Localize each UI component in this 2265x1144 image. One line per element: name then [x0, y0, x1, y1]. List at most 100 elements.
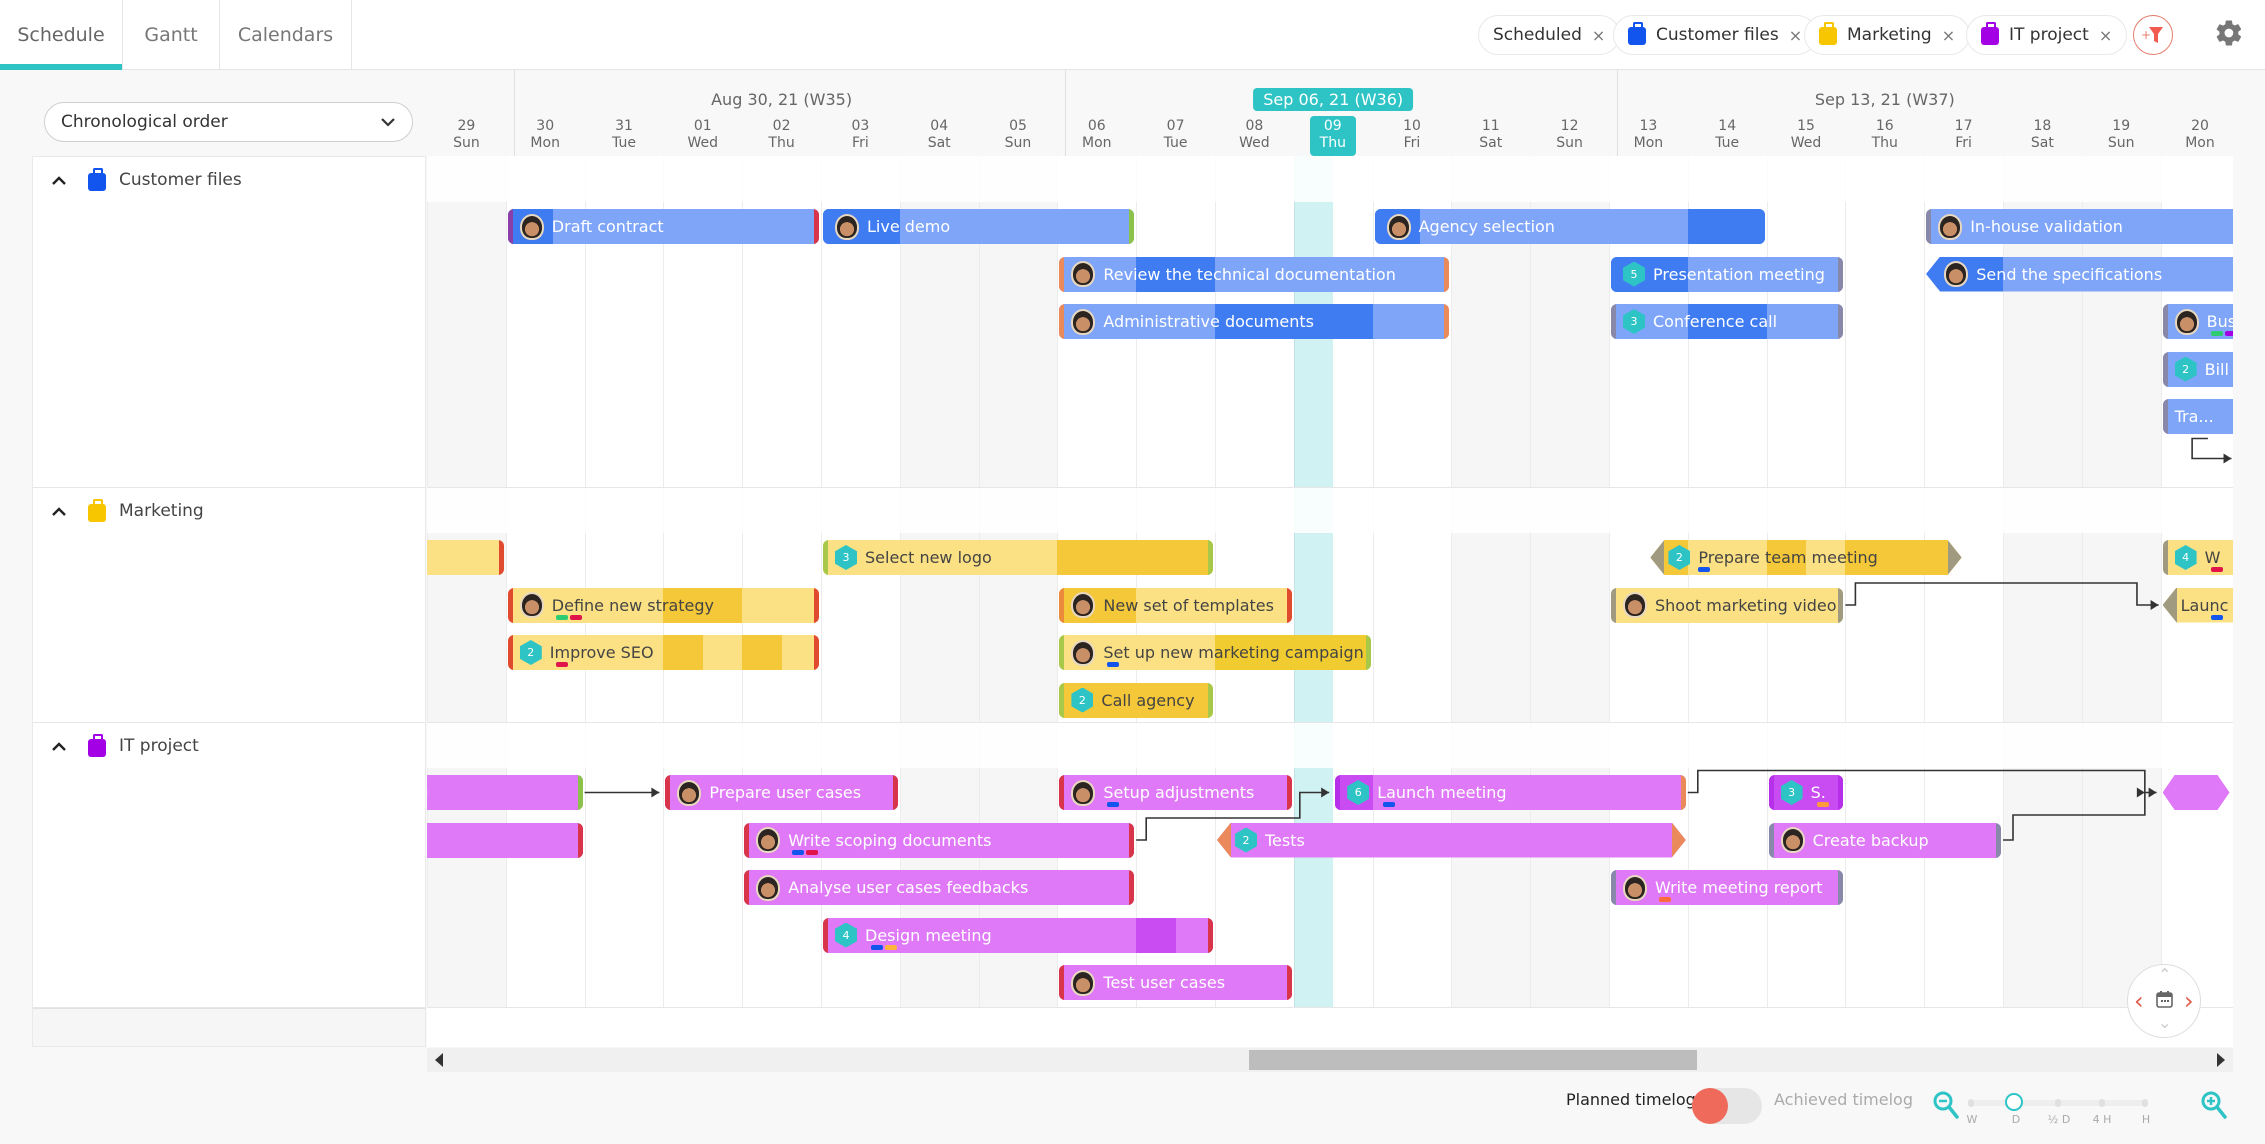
task-bar[interactable]: Shoot marketing video: [1611, 587, 1844, 623]
task-bar[interactable]: Write scoping documents: [744, 822, 1135, 858]
chevron-up-icon[interactable]: [49, 504, 69, 518]
chevron-up-icon[interactable]: [49, 173, 69, 187]
task-bar[interactable]: Review the technical documentation: [1059, 256, 1450, 292]
day-label[interactable]: 17 Fri: [1924, 118, 2003, 152]
day-label[interactable]: 14 Tue: [1688, 118, 1767, 152]
calendar-icon[interactable]: [2156, 990, 2173, 1008]
day-label[interactable]: 29 Sun: [427, 118, 506, 152]
zoom-level-slider[interactable]: [1968, 1093, 2148, 1111]
task-bar[interactable]: Tra...: [2162, 399, 2233, 434]
scroll-right-arrow[interactable]: [2217, 1053, 2225, 1067]
day-label[interactable]: 08 Wed: [1215, 118, 1294, 152]
day-label[interactable]: 31 Tue: [585, 118, 664, 152]
nav-left-icon[interactable]: ‹: [2134, 987, 2144, 1015]
task-bar[interactable]: Write meeting report: [1611, 870, 1844, 905]
task-bar[interactable]: Define new strategy: [507, 587, 819, 623]
task-bar[interactable]: 3 Conference call: [1611, 304, 1844, 339]
task-bar[interactable]: Test user cases: [1059, 965, 1292, 1000]
task-bar[interactable]: eting: [427, 775, 583, 810]
nav-up-icon[interactable]: ⌃: [2158, 965, 2171, 984]
day-label[interactable]: 02 Thu: [742, 118, 821, 152]
day-label[interactable]: 06 Mon: [1057, 118, 1136, 152]
timelog-toggle[interactable]: [1692, 1088, 1762, 1124]
filter-chip-marketing[interactable]: Marketing ×: [1804, 15, 1971, 55]
briefcase-icon: [1981, 22, 1999, 45]
task-bar[interactable]: Bus: [2162, 304, 2233, 339]
task-bar[interactable]: Agency selection: [1374, 209, 1765, 244]
achieved-timelog-label: Achieved timelog: [1774, 1090, 1913, 1109]
scroll-left-arrow[interactable]: [435, 1053, 443, 1067]
tab-calendars[interactable]: Calendars: [220, 0, 352, 70]
task-bar[interactable]: Set up new marketing campaign: [1059, 635, 1371, 670]
task-bar[interactable]: In-house validation: [1926, 209, 2233, 244]
task-bar[interactable]: 2 Tests: [1217, 823, 1686, 858]
zoom-out-icon[interactable]: [1932, 1090, 1960, 1120]
task-bar[interactable]: [427, 822, 583, 858]
task-bar[interactable]: Analyse user cases feedbacks: [744, 870, 1135, 905]
task-bar[interactable]: New set of templates: [1059, 587, 1292, 623]
sort-order-select[interactable]: Chronological order: [44, 102, 413, 142]
task-bar[interactable]: 2 Prepare team meeting: [1650, 540, 1961, 575]
task-bar[interactable]: Send the specifications: [1926, 256, 2233, 292]
scrollbar-thumb[interactable]: [1249, 1050, 1697, 1070]
task-label: Agency selection: [1418, 217, 1555, 236]
task-bar[interactable]: 5 Presentation meeting: [1611, 256, 1844, 292]
zoom-slider-handle[interactable]: [2005, 1093, 2023, 1111]
day-label[interactable]: 01 Wed: [663, 118, 742, 152]
task-label: eting: [427, 783, 428, 802]
day-label[interactable]: 04 Sat: [900, 118, 979, 152]
task-bar[interactable]: Live demo: [823, 209, 1135, 244]
horizontal-scrollbar[interactable]: [427, 1048, 2233, 1072]
day-label[interactable]: 03 Fri: [821, 118, 900, 152]
task-bar[interactable]: 2 Improve SEO: [507, 635, 819, 670]
day-label[interactable]: 30 Mon: [506, 118, 585, 152]
gear-icon[interactable]: [2214, 18, 2244, 48]
filter-chip-customer-files[interactable]: Customer files ×: [1613, 15, 1818, 55]
task-bar[interactable]: 4 Design meeting: [823, 917, 1213, 953]
task-bar[interactable]: 3 Select new logo: [823, 540, 1213, 575]
tag-list: [1698, 567, 1710, 572]
day-label[interactable]: 19 Sun: [2082, 118, 2161, 152]
task-bar[interactable]: [2162, 775, 2230, 810]
day-label[interactable]: 10 Fri: [1373, 118, 1452, 152]
day-label[interactable]: 20 Mon: [2161, 118, 2233, 152]
zoom-stop[interactable]: [2055, 1099, 2061, 1107]
task-bar[interactable]: 2 Call agency: [1059, 682, 1213, 718]
close-icon[interactable]: ×: [1592, 26, 1605, 45]
day-label[interactable]: 07 Tue: [1136, 118, 1215, 152]
day-label[interactable]: 18 Sat: [2003, 118, 2082, 152]
task-bar[interactable]: Setup adjustments: [1059, 775, 1292, 810]
task-bar[interactable]: 3 S.: [1768, 775, 1844, 810]
task-bar[interactable]: 4W: [2162, 540, 2233, 575]
add-filter-button[interactable]: +: [2133, 15, 2173, 55]
zoom-stop[interactable]: [2099, 1099, 2105, 1107]
filter-chip-it-project[interactable]: IT project ×: [1966, 15, 2128, 55]
task-bar[interactable]: [427, 540, 504, 575]
task-bar[interactable]: Prepare user cases: [665, 775, 898, 810]
zoom-stop[interactable]: [1968, 1099, 1974, 1107]
close-icon[interactable]: ×: [1789, 26, 1802, 45]
task-bar[interactable]: Draft contract: [507, 209, 819, 244]
task-bar[interactable]: 6 Launch meeting: [1335, 775, 1686, 810]
close-icon[interactable]: ×: [1942, 26, 1955, 45]
day-label[interactable]: 09 Thu: [1309, 116, 1356, 156]
zoom-stop[interactable]: [2142, 1099, 2148, 1107]
day-label[interactable]: 05 Sun: [979, 118, 1058, 152]
day-label[interactable]: 16 Thu: [1845, 118, 1924, 152]
day-label[interactable]: 15 Wed: [1767, 118, 1846, 152]
task-bar[interactable]: 2 Bill: [2162, 351, 2233, 387]
close-icon[interactable]: ×: [2099, 26, 2112, 45]
nav-down-icon[interactable]: ⌄: [2158, 1013, 2171, 1032]
task-bar[interactable]: Administrative documents: [1059, 304, 1450, 339]
day-label[interactable]: 13 Mon: [1609, 118, 1688, 152]
filter-chip-scheduled[interactable]: Scheduled ×: [1478, 15, 1621, 55]
nav-right-icon[interactable]: ›: [2184, 987, 2194, 1015]
day-label[interactable]: 11 Sat: [1451, 118, 1530, 152]
zoom-in-icon[interactable]: [2200, 1090, 2228, 1120]
chevron-up-icon[interactable]: [49, 739, 69, 753]
day-label[interactable]: 12 Sun: [1530, 118, 1609, 152]
task-bar[interactable]: Create backup: [1768, 822, 2001, 858]
tab-schedule[interactable]: Schedule: [0, 0, 123, 70]
tab-gantt[interactable]: Gantt: [123, 0, 220, 70]
task-bar[interactable]: Launc: [2162, 587, 2233, 623]
